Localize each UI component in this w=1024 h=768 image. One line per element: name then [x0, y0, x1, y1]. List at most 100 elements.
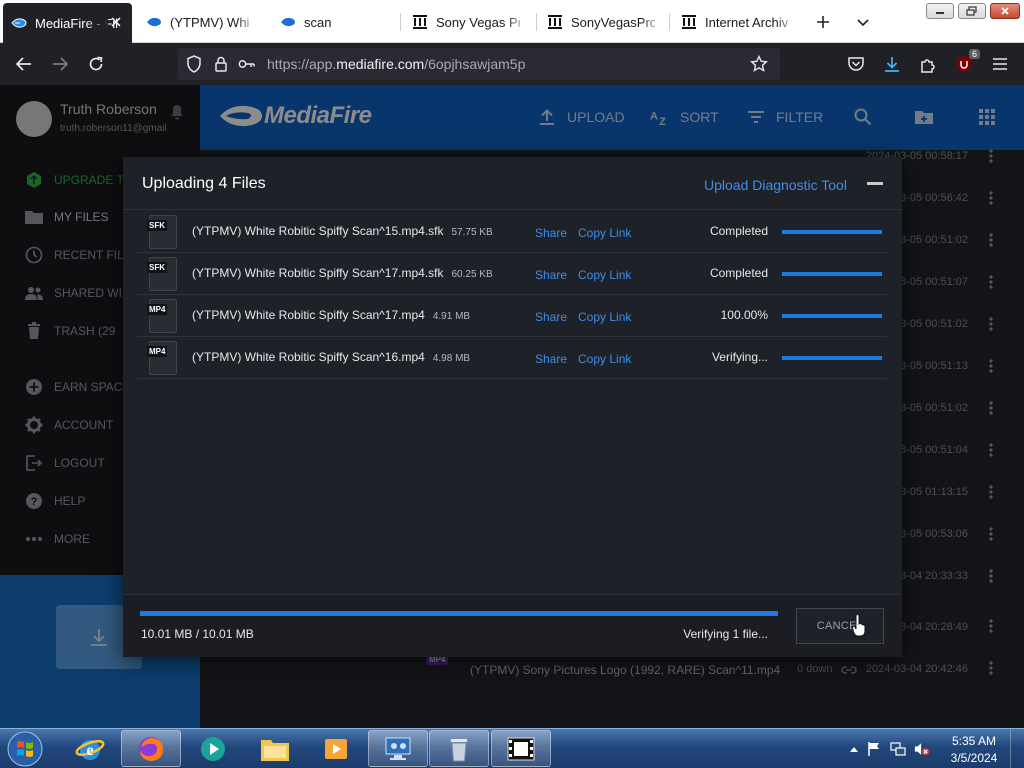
- recycle-bin-icon: [451, 738, 467, 761]
- menu-icon[interactable]: [988, 52, 1012, 76]
- back-icon[interactable]: [12, 52, 36, 76]
- media-player-icon: [201, 736, 225, 761]
- upload-row: SFK (YTPMV) White Robitic Spiffy Scan^17.…: [137, 253, 887, 295]
- tab-ytpmv-white[interactable]: (YTPMV) White R: [138, 3, 258, 41]
- chevron-down-icon[interactable]: [855, 15, 871, 31]
- minimize-window-button[interactable]: [926, 3, 954, 19]
- upload-diagnostic-tool-link[interactable]: Upload Diagnostic Tool: [704, 177, 847, 193]
- internet-archive-icon: [412, 14, 428, 30]
- extension-badge: 6: [968, 49, 980, 59]
- file-type-icon: MP4: [147, 299, 179, 333]
- windows-logo-icon: [7, 731, 43, 767]
- svg-text:e: e: [86, 742, 93, 759]
- upload-progress-bar: [782, 272, 882, 276]
- clock-date[interactable]: 3/5/2024: [944, 751, 1004, 765]
- share-link[interactable]: Share: [535, 352, 567, 366]
- total-progress-bar: [140, 611, 778, 616]
- network-tray-icon[interactable]: [890, 741, 906, 757]
- action-center-flag-icon[interactable]: [866, 741, 882, 757]
- clock-time[interactable]: 5:35 AM: [944, 734, 1004, 748]
- upload-status: 100.00%: [720, 308, 768, 322]
- url-text[interactable]: https://app.mediafire.com/6opjhsawjam5p: [267, 56, 525, 72]
- downloads-icon[interactable]: [880, 52, 904, 76]
- file-extension-label: SFK: [147, 262, 167, 273]
- close-window-button[interactable]: [990, 3, 1020, 19]
- minimize-dialog-button[interactable]: [867, 182, 883, 185]
- total-size: 10.01 MB / 10.01 MB: [141, 627, 254, 641]
- share-link[interactable]: Share: [535, 268, 567, 282]
- pocket-icon[interactable]: [844, 52, 868, 76]
- upload-file-name: (YTPMV) White Robitic Spiffy Scan^17.mp4…: [192, 266, 493, 280]
- copy-link[interactable]: Copy Link: [578, 310, 631, 324]
- ublock-icon[interactable]: 6: [952, 49, 980, 76]
- copy-link[interactable]: Copy Link: [578, 268, 631, 282]
- copy-link[interactable]: Copy Link: [578, 352, 631, 366]
- new-tab-icon[interactable]: [815, 14, 831, 30]
- browser-tab-strip: MediaFire - Fil (YTPMV) White R scan Son…: [0, 0, 1024, 43]
- tab-sonyvegaspro12[interactable]: SonyVegasPro12I: [539, 3, 663, 41]
- start-button[interactable]: [5, 731, 45, 767]
- upload-dialog: Uploading 4 Files Upload Diagnostic Tool…: [123, 157, 902, 657]
- upload-progress-bar: [782, 314, 882, 318]
- mediafire-icon: [146, 14, 162, 30]
- hand-cursor-icon: [852, 615, 866, 637]
- share-link[interactable]: Share: [535, 310, 567, 324]
- upload-status: Verifying...: [711, 350, 768, 364]
- taskbar-network[interactable]: [368, 730, 428, 767]
- taskbar-firefox[interactable]: [121, 730, 181, 767]
- dialog-title: Uploading 4 Files: [142, 175, 266, 192]
- reload-icon[interactable]: [84, 52, 108, 76]
- extensions-icon[interactable]: [916, 52, 940, 76]
- mediafire-icon: [280, 14, 296, 30]
- taskbar-file-explorer[interactable]: [245, 730, 305, 767]
- taskbar-internet-explorer[interactable]: e: [60, 730, 120, 767]
- lock-icon[interactable]: [212, 55, 230, 73]
- upload-file-name: (YTPMV) White Robitic Spiffy Scan^16.mp4…: [192, 350, 471, 364]
- internet-archive-icon: [547, 14, 563, 30]
- copy-link[interactable]: Copy Link: [578, 226, 631, 240]
- tab-internet-archive[interactable]: Internet Archive: [673, 3, 797, 41]
- upload-row: MP4 (YTPMV) White Robitic Spiffy Scan^17.…: [137, 295, 887, 337]
- share-link[interactable]: Share: [535, 226, 567, 240]
- upload-status: Completed: [709, 224, 768, 238]
- taskbar-cyberlink[interactable]: [183, 730, 243, 767]
- cancel-button[interactable]: CANCEL: [796, 608, 884, 644]
- close-tab-icon[interactable]: [108, 14, 124, 30]
- internet-archive-icon: [681, 14, 697, 30]
- file-type-icon: SFK: [147, 215, 179, 249]
- footer-status: Verifying 1 file...: [683, 627, 768, 641]
- upload-progress-fill: [782, 314, 882, 318]
- bookmark-star-icon[interactable]: [750, 55, 768, 73]
- upload-file-size: 4.91 MB: [432, 311, 471, 322]
- upload-file-name: (YTPMV) White Robitic Spiffy Scan^17.mp4…: [192, 308, 471, 322]
- minimize-icon: [936, 12, 944, 14]
- upload-file-size: 60.25 KB: [451, 269, 493, 280]
- restore-window-button[interactable]: [958, 3, 986, 19]
- navigation-toolbar: https://app.mediafire.com/6opjhsawjam5p …: [0, 43, 1024, 85]
- upload-progress-bar: [782, 356, 882, 360]
- upload-row: MP4 (YTPMV) White Robitic Spiffy Scan^16.…: [137, 337, 887, 379]
- file-type-icon: SFK: [147, 257, 179, 291]
- taskbar-recycle[interactable]: [429, 730, 489, 767]
- upload-progress-fill: [782, 230, 882, 234]
- upload-file-size: 4.98 MB: [432, 353, 471, 364]
- forward-icon[interactable]: [48, 52, 72, 76]
- video-file-icon: [325, 738, 347, 759]
- mediafire-icon: [11, 15, 27, 31]
- tab-sony-vegas-pro[interactable]: Sony Vegas Pro 1: [404, 3, 528, 41]
- close-icon: [1001, 7, 1009, 15]
- network-icon: [385, 737, 411, 760]
- tab-scan[interactable]: scan: [272, 3, 392, 41]
- taskbar-media-center[interactable]: [306, 730, 366, 767]
- taskbar-movie-maker[interactable]: [491, 730, 551, 767]
- tab-title: scan: [304, 14, 332, 30]
- volume-muted-icon[interactable]: [914, 741, 930, 757]
- show-desktop-button[interactable]: [1010, 729, 1024, 768]
- file-type-icon: MP4: [147, 341, 179, 375]
- address-bar[interactable]: https://app.mediafire.com/6opjhsawjam5p: [178, 48, 780, 80]
- show-hidden-icons-icon[interactable]: [846, 741, 862, 757]
- shield-icon[interactable]: [185, 55, 203, 73]
- tab-mediafire-files[interactable]: MediaFire - Fil: [3, 3, 132, 43]
- key-icon[interactable]: [238, 55, 256, 73]
- upload-file-size: 57.75 KB: [451, 227, 493, 238]
